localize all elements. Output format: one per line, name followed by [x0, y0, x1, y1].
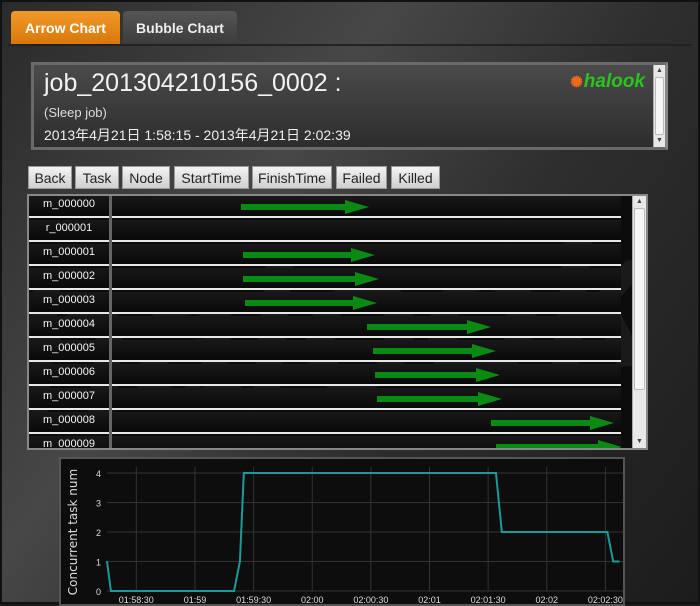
- halook-logo: ✺halook: [570, 71, 645, 93]
- arrow-shaft: [241, 204, 347, 210]
- task-row[interactable]: m_000006: [29, 364, 621, 386]
- concurrent-task-chart: 0123401:58:30 01:59 01:59:30 02:00 02:00:30 0…: [59, 457, 625, 606]
- task-row[interactable]: m_000004: [29, 316, 621, 338]
- y-tick-label: 1: [96, 558, 101, 568]
- task-arrow[interactable]: [376, 392, 503, 406]
- scroll-up-icon[interactable]: ▲: [633, 196, 646, 208]
- task-arrow[interactable]: [374, 368, 501, 382]
- job-header-panel: job_201304210156_0002 : (Sleep job) 2013…: [31, 62, 668, 150]
- arrow-shaft: [490, 420, 593, 426]
- task-label: m_000003: [43, 294, 95, 306]
- task-arrow[interactable]: [372, 344, 497, 358]
- data-point: [243, 472, 245, 474]
- arrow-head-icon: [590, 416, 615, 430]
- arrow-shaft: [372, 348, 475, 354]
- task-row[interactable]: m_000007: [29, 388, 621, 410]
- scroll-down-icon[interactable]: ▼: [633, 436, 646, 448]
- tab-bubble-chart[interactable]: Bubble Chart: [123, 11, 237, 44]
- killed-button[interactable]: Killed: [391, 166, 440, 189]
- task-row[interactable]: m_000000: [29, 196, 621, 218]
- arrow-head-icon: [354, 272, 379, 286]
- failed-button[interactable]: Failed: [336, 166, 387, 189]
- data-point: [495, 472, 497, 474]
- data-point: [106, 560, 108, 563]
- task-arrow[interactable]: [496, 440, 622, 448]
- scroll-down-icon[interactable]: ▼: [654, 135, 665, 147]
- finishtime-button[interactable]: FinishTime: [252, 166, 332, 189]
- data-point: [233, 590, 235, 592]
- y-tick-label: 3: [96, 499, 101, 509]
- arrow-head-icon: [344, 200, 369, 214]
- arrow-head-icon: [350, 248, 375, 262]
- job-type: (Sleep job): [44, 105, 107, 120]
- tab-divider: [8, 44, 692, 46]
- task-label: m_000001: [43, 246, 95, 258]
- scroll-thumb[interactable]: [634, 208, 645, 390]
- task-button[interactable]: Task: [75, 166, 119, 189]
- y-axis-label: Concurrent task num: [66, 469, 80, 595]
- arrow-head-icon: [472, 344, 497, 358]
- y-tick-label: 4: [96, 469, 101, 479]
- data-point: [239, 560, 241, 563]
- task-row[interactable]: r_000001: [29, 220, 621, 242]
- arrow-head-icon: [478, 392, 503, 406]
- arrow-shaft: [243, 252, 353, 258]
- job-time-range: 2013年4月21日 1:58:15 - 2013年4月21日 2:02:39: [44, 127, 351, 143]
- arrow-head-icon: [466, 320, 491, 334]
- data-point: [606, 531, 609, 533]
- arrow-head-icon: [352, 296, 377, 310]
- arrow-shaft: [376, 396, 481, 402]
- app-window: Arrow Chart Bubble Chart job_20130421015…: [0, 0, 700, 606]
- arrow-head-icon: [597, 440, 622, 448]
- tab-arrow-chart[interactable]: Arrow Chart: [11, 11, 120, 44]
- task-arrow[interactable]: [245, 296, 377, 310]
- y-tick-label: 2: [96, 528, 101, 538]
- data-point: [110, 590, 112, 592]
- task-label: r_000001: [45, 222, 93, 234]
- task-arrow[interactable]: [243, 248, 375, 262]
- arrow-shaft: [374, 372, 479, 378]
- task-label: m_000009: [43, 438, 95, 450]
- task-label: m_000007: [43, 390, 95, 402]
- task-label: m_000008: [43, 414, 95, 426]
- arrow-chart: halook m_000000r_000001m_000001m_000002m…: [27, 194, 648, 450]
- scroll-up-icon[interactable]: ▲: [654, 65, 665, 77]
- data-point: [501, 531, 503, 533]
- scroll-thumb[interactable]: [655, 77, 664, 135]
- task-label: m_000006: [43, 366, 95, 378]
- node-button[interactable]: Node: [122, 166, 170, 189]
- arrow-shaft: [367, 324, 469, 330]
- task-arrow[interactable]: [243, 272, 379, 286]
- logo-text: halook: [583, 71, 645, 92]
- task-label: m_000002: [43, 270, 95, 282]
- arrow-chart-scrollbar[interactable]: ▲ ▼: [632, 196, 646, 448]
- y-tick-label: 0: [96, 587, 101, 597]
- task-row[interactable]: m_000009: [29, 436, 622, 450]
- gear-icon: ✺: [570, 74, 583, 91]
- data-point: [612, 560, 615, 563]
- task-arrow[interactable]: [490, 416, 615, 430]
- task-arrow[interactable]: [367, 320, 491, 334]
- job-title: job_201304210156_0002 :: [44, 69, 342, 97]
- task-row[interactable]: m_000003: [29, 292, 621, 314]
- arrow-shaft: [243, 276, 357, 282]
- task-arrow[interactable]: [241, 200, 369, 214]
- header-scrollbar[interactable]: ▲ ▼: [653, 65, 665, 147]
- task-label: m_000005: [43, 342, 95, 354]
- starttime-button[interactable]: StartTime: [174, 166, 249, 189]
- task-row[interactable]: m_000001: [29, 244, 621, 266]
- back-button[interactable]: Back: [28, 166, 72, 189]
- label-divider[interactable]: [109, 196, 112, 448]
- arrow-head-icon: [476, 368, 501, 382]
- arrow-shaft: [496, 444, 600, 448]
- arrow-shaft: [245, 300, 355, 306]
- task-label: m_000004: [43, 318, 95, 330]
- task-row[interactable]: m_000008: [29, 412, 621, 434]
- task-label: m_000000: [43, 198, 95, 210]
- task-row[interactable]: m_000002: [29, 268, 621, 290]
- data-point: [618, 560, 620, 563]
- task-row[interactable]: m_000005: [29, 340, 621, 362]
